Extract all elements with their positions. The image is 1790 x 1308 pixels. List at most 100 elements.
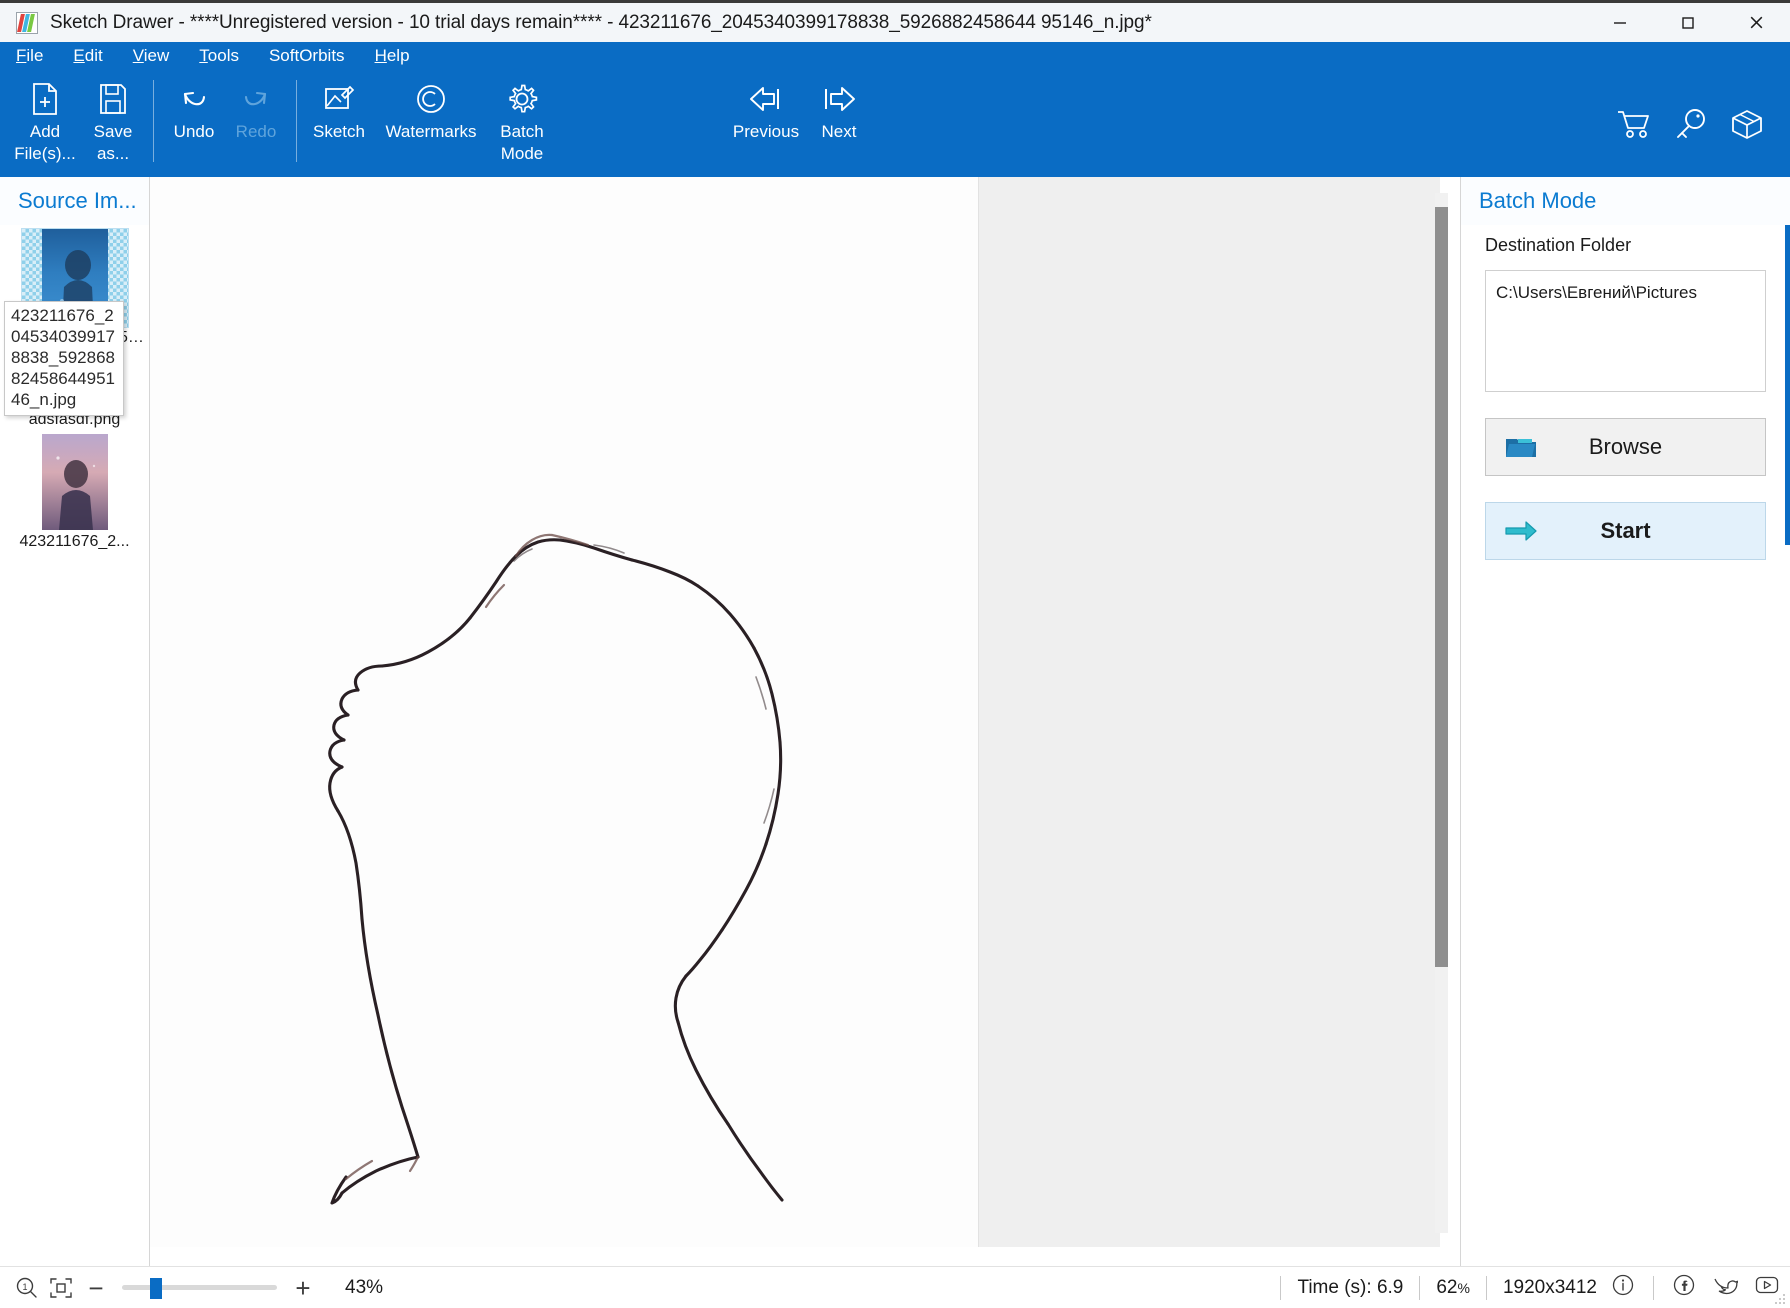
key-icon[interactable] [1674,108,1708,140]
main-body: Source Im... adsfasdf.png 423211676_2...… [0,177,1790,1266]
minimize-button[interactable] [1586,3,1654,42]
add-files-button[interactable]: Add File(s)... [8,70,82,165]
redo-button: Redo [225,70,287,143]
redo-label: Redo [235,122,277,141]
browse-button[interactable]: Browse [1485,418,1766,476]
twitter-icon[interactable] [1712,1273,1739,1303]
status-divider-2 [1419,1275,1421,1300]
zoom-controls: 1 − + 43% [10,1275,383,1301]
menu-label-edit: dit [84,46,103,65]
menu-label-view: iew [143,46,170,65]
canvas-vertical-scrollbar[interactable] [1435,193,1448,1233]
resize-grip[interactable] [1774,1292,1786,1304]
title-bar: Sketch Drawer - ****Unregistered version… [0,0,1790,42]
status-bar: 1 − + 43% Time (s): 6.9 62% 1920x3412 [0,1266,1790,1308]
fit-to-window-icon[interactable] [44,1276,78,1300]
cart-icon[interactable] [1616,108,1652,140]
undo-button[interactable]: Undo [163,70,225,143]
start-button[interactable]: Start [1485,502,1766,560]
gear-icon [505,78,539,120]
social-icons [1611,1273,1780,1303]
zoom-out-button[interactable]: − [78,1275,114,1301]
thumbnail-item-2[interactable]: 423211676_2... [0,433,149,553]
sketch-drawing [328,533,784,1205]
panel-body: Destination Folder C:\Users\Евгений\Pict… [1461,225,1790,560]
minimize-icon [1614,21,1626,24]
toolbar: Add File(s)... Save as... Undo Redo Sket… [0,70,1790,177]
zoom-slider[interactable] [122,1276,277,1300]
zoom-100-icon[interactable]: 1 [10,1276,44,1300]
copyright-icon [414,78,448,120]
thumbnail-tooltip: 423211676_2045340399178838_5928688245864… [4,301,124,416]
zoom-in-button[interactable]: + [285,1275,321,1301]
info-icon[interactable] [1611,1273,1635,1303]
toolbar-right-icons [1616,70,1790,177]
sketch-drawer-logo-icon [16,11,38,34]
sketch-button[interactable]: Sketch [306,70,372,143]
status-divider-3 [1485,1275,1487,1300]
add-files-label: Add File(s)... [14,122,76,163]
progress-percent-value: 62 [1436,1276,1458,1298]
next-button[interactable]: Next [808,70,870,143]
status-divider-4 [1653,1275,1654,1300]
next-arrow-icon [820,78,858,120]
sketch-icon [322,78,356,120]
menu-label-softorbits: SoftOrbits [268,46,345,65]
image-dimensions: 1920x3412 [1502,1276,1597,1298]
window-title: Sketch Drawer - ****Unregistered version… [50,11,1152,33]
save-icon [98,78,128,120]
close-button[interactable] [1722,3,1790,42]
zoom-percent-label: 43% [345,1276,384,1298]
menu-label-file: ile [26,46,44,65]
batch-mode-button[interactable]: Batch Mode [490,70,554,165]
menu-item-file[interactable]: File [16,46,43,66]
save-as-button[interactable]: Save as... [82,70,144,165]
previous-label: Previous [732,122,800,141]
maximize-button[interactable] [1654,3,1722,42]
canvas-scrollbar-thumb[interactable] [1435,207,1448,967]
watermarks-button[interactable]: Watermarks [372,70,490,143]
sketch-label: Sketch [313,122,365,141]
canvas-background [978,177,1440,1247]
folder-icon [1504,434,1538,460]
status-divider-1 [1280,1275,1282,1300]
panel-title: Batch Mode [1479,188,1597,213]
zoom-slider-track [122,1285,277,1290]
menu-label-help: elp [386,46,410,65]
window-controls [1586,3,1790,42]
menu-item-help[interactable]: Help [375,46,410,66]
thumbnail-image-2 [22,433,128,531]
svg-text:1: 1 [22,1282,27,1292]
zoom-slider-thumb[interactable] [150,1277,162,1299]
watermarks-label: Watermarks [385,122,477,141]
time-label: Time (s): 6.9 [1297,1276,1404,1298]
previous-button[interactable]: Previous [724,70,808,143]
application-window: Sketch Drawer - ****Unregistered version… [0,0,1790,1308]
menu-item-edit[interactable]: Edit [73,46,102,66]
toolbar-separator-2 [296,80,297,162]
toolbar-separator-1 [153,80,154,162]
destination-folder-label: Destination Folder [1485,235,1632,255]
batch-mode-label: Batch Mode [500,122,544,163]
add-file-icon [30,78,60,120]
maximize-icon [1682,16,1694,29]
facebook-icon[interactable] [1672,1273,1696,1303]
menu-item-tools[interactable]: Tools [199,46,239,66]
sidebar-header: Source Im... [0,177,149,225]
panel-edge-accent [1785,225,1790,545]
undo-icon [177,78,211,120]
menu-label-tools: ools [207,46,239,65]
box-icon[interactable] [1730,108,1764,140]
destination-folder-field[interactable]: C:\Users\Евгений\Pictures [1485,270,1766,392]
save-as-label: Save as... [93,122,133,163]
status-right: Time (s): 6.9 62% 1920x3412 [1264,1273,1780,1303]
menu-item-view[interactable]: View [133,46,170,66]
progress-percent-sign: % [1457,1279,1470,1296]
undo-label: Undo [173,122,215,141]
redo-icon [239,78,273,120]
image-canvas[interactable] [150,177,1460,1266]
source-images-sidebar: Source Im... adsfasdf.png 423211676_2...… [0,177,150,1266]
menu-item-softorbits[interactable]: SoftOrbits [269,46,345,66]
previous-arrow-icon [747,78,785,120]
arrow-right-icon [1504,519,1538,543]
